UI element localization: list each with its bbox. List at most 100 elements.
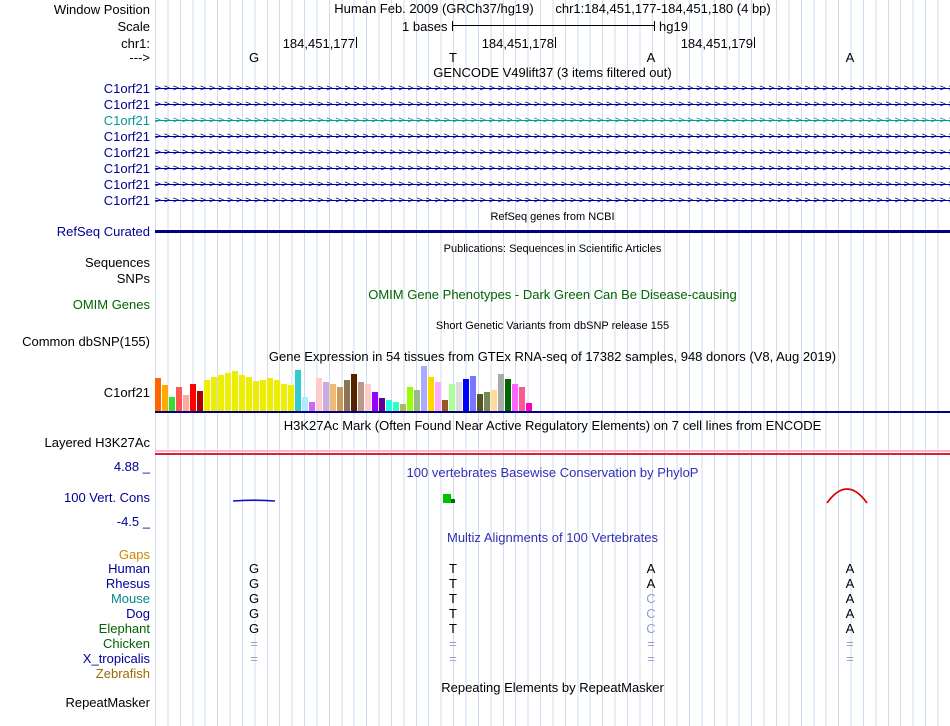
gtex-expression-bar[interactable] xyxy=(309,402,315,411)
dbsnp-track-title[interactable]: Short Genetic Variants from dbSNP releas… xyxy=(155,319,950,333)
gencode-item-arrows[interactable]: >>>>>>>>>>>>>>>>>>>>>>>>>>>>>>>>>>>>>>>>… xyxy=(155,193,950,208)
gencode-item-label[interactable]: C1orf21 xyxy=(0,113,150,128)
gtex-expression-bar[interactable] xyxy=(442,400,448,411)
gencode-item-arrows[interactable]: >>>>>>>>>>>>>>>>>>>>>>>>>>>>>>>>>>>>>>>>… xyxy=(155,145,950,160)
gtex-expression-bar[interactable] xyxy=(491,390,497,411)
publications-track-title[interactable]: Publications: Sequences in Scientific Ar… xyxy=(155,242,950,256)
gtex-expression-bar[interactable] xyxy=(169,397,175,411)
dbsnp-track-label[interactable]: Common dbSNP(155) xyxy=(0,334,150,349)
omim-genes-label[interactable]: OMIM Genes xyxy=(0,297,150,312)
gtex-expression-bar[interactable] xyxy=(428,377,434,411)
coordinate-label[interactable]: 184,451,178 xyxy=(424,37,554,51)
omim-track-title[interactable]: OMIM Gene Phenotypes - Dark Green Can Be… xyxy=(155,288,950,302)
phylop-track-title[interactable]: 100 vertebrates Basewise Conservation by… xyxy=(155,466,950,480)
gencode-item-label[interactable]: C1orf21 xyxy=(0,97,150,112)
gtex-expression-bar[interactable] xyxy=(274,380,280,411)
gtex-expression-bar[interactable] xyxy=(260,380,266,411)
species-label[interactable]: Zebrafish xyxy=(0,666,150,681)
gtex-expression-bar[interactable] xyxy=(190,384,196,411)
gtex-expression-bar[interactable] xyxy=(330,384,336,411)
gtex-expression-bar[interactable] xyxy=(253,381,259,411)
gtex-expression-bar[interactable] xyxy=(302,397,308,411)
gtex-expression-bar[interactable] xyxy=(246,377,252,411)
gtex-expression-bar[interactable] xyxy=(414,390,420,411)
gtex-expression-bar[interactable] xyxy=(435,382,441,411)
phylop-track-label[interactable]: 100 Vert. Cons xyxy=(0,490,150,505)
coordinate-label[interactable]: 184,451,179 xyxy=(623,37,753,51)
gtex-expression-bar[interactable] xyxy=(407,387,413,411)
gtex-expression-bar[interactable] xyxy=(316,378,322,411)
species-label[interactable]: Human xyxy=(0,561,150,576)
gencode-item-label[interactable]: C1orf21 xyxy=(0,193,150,208)
gtex-expression-bar[interactable] xyxy=(358,382,364,411)
gencode-item-label[interactable]: C1orf21 xyxy=(0,81,150,96)
species-label[interactable]: X_tropicalis xyxy=(0,651,150,666)
gtex-expression-bar[interactable] xyxy=(267,378,273,411)
gtex-expression-bar[interactable] xyxy=(351,374,357,411)
gencode-item-arrows[interactable]: >>>>>>>>>>>>>>>>>>>>>>>>>>>>>>>>>>>>>>>>… xyxy=(155,129,950,144)
refseq-gene-bar[interactable] xyxy=(155,230,950,233)
gtex-expression-bar[interactable] xyxy=(365,384,371,411)
gtex-expression-bar[interactable] xyxy=(477,394,483,411)
gtex-expression-bar[interactable] xyxy=(232,371,238,411)
h3k27ac-track-label[interactable]: Layered H3K27Ac xyxy=(0,435,150,450)
repeatmasker-track-title[interactable]: Repeating Elements by RepeatMasker xyxy=(155,681,950,695)
gtex-expression-bar[interactable] xyxy=(449,384,455,411)
phylop-signal-area[interactable] xyxy=(155,485,950,507)
gtex-expression-bar[interactable] xyxy=(239,375,245,411)
gtex-expression-bar[interactable] xyxy=(379,398,385,411)
species-label[interactable]: Mouse xyxy=(0,591,150,606)
gtex-expression-bar[interactable] xyxy=(183,395,189,411)
species-label[interactable]: Rhesus xyxy=(0,576,150,591)
h3k27ac-signal-pink[interactable] xyxy=(155,450,950,452)
species-label[interactable]: Chicken xyxy=(0,636,150,651)
gtex-expression-bar[interactable] xyxy=(505,379,511,411)
gtex-expression-bar[interactable] xyxy=(197,391,203,411)
refseq-track-title[interactable]: RefSeq genes from NCBI xyxy=(155,210,950,224)
gtex-expression-bar[interactable] xyxy=(400,404,406,411)
snps-track-label[interactable]: SNPs xyxy=(0,271,150,286)
gencode-item-arrows[interactable]: >>>>>>>>>>>>>>>>>>>>>>>>>>>>>>>>>>>>>>>>… xyxy=(155,161,950,176)
gtex-expression-bar[interactable] xyxy=(176,387,182,411)
gencode-item-arrows[interactable]: >>>>>>>>>>>>>>>>>>>>>>>>>>>>>>>>>>>>>>>>… xyxy=(155,113,950,128)
gtex-expression-bar[interactable] xyxy=(386,400,392,411)
h3k27ac-signal-red[interactable] xyxy=(155,453,950,455)
gtex-expression-bar[interactable] xyxy=(421,366,427,411)
gtex-expression-bar[interactable] xyxy=(393,402,399,411)
gencode-item-label[interactable]: C1orf21 xyxy=(0,145,150,160)
gtex-expression-bar[interactable] xyxy=(456,382,462,411)
repeatmasker-track-label[interactable]: RepeatMasker xyxy=(0,695,150,710)
refseq-curated-label[interactable]: RefSeq Curated xyxy=(0,224,150,239)
gtex-expression-bar[interactable] xyxy=(281,384,287,411)
gtex-expression-bar[interactable] xyxy=(519,387,525,411)
gtex-expression-bar[interactable] xyxy=(323,382,329,411)
gencode-item-arrows[interactable]: >>>>>>>>>>>>>>>>>>>>>>>>>>>>>>>>>>>>>>>>… xyxy=(155,177,950,192)
gencode-item-label[interactable]: C1orf21 xyxy=(0,177,150,192)
gtex-expression-barchart[interactable] xyxy=(155,363,950,411)
gtex-expression-bar[interactable] xyxy=(225,373,231,411)
gtex-expression-bar[interactable] xyxy=(155,378,161,411)
multiz-track-title[interactable]: Multiz Alignments of 100 Vertebrates xyxy=(155,531,950,545)
gtex-expression-bar[interactable] xyxy=(498,374,504,411)
gtex-expression-bar[interactable] xyxy=(295,370,301,411)
gtex-expression-bar[interactable] xyxy=(372,392,378,411)
gtex-expression-bar[interactable] xyxy=(344,380,350,411)
gaps-label[interactable]: Gaps xyxy=(0,547,150,562)
gencode-item-label[interactable]: C1orf21 xyxy=(0,129,150,144)
gtex-expression-bar[interactable] xyxy=(204,380,210,411)
species-label[interactable]: Dog xyxy=(0,606,150,621)
h3k27ac-track-title[interactable]: H3K27Ac Mark (Often Found Near Active Re… xyxy=(155,419,950,433)
gencode-track-title[interactable]: GENCODE V49lift37 (3 items filtered out) xyxy=(155,66,950,80)
species-label[interactable]: Elephant xyxy=(0,621,150,636)
gtex-expression-bar[interactable] xyxy=(337,387,343,411)
gtex-expression-bar[interactable] xyxy=(526,403,532,411)
gencode-item-label[interactable]: C1orf21 xyxy=(0,161,150,176)
gencode-item-arrows[interactable]: >>>>>>>>>>>>>>>>>>>>>>>>>>>>>>>>>>>>>>>>… xyxy=(155,81,950,96)
gtex-expression-bar[interactable] xyxy=(288,385,294,411)
gtex-expression-bar[interactable] xyxy=(162,385,168,411)
gtex-expression-bar[interactable] xyxy=(484,392,490,411)
sequences-track-label[interactable]: Sequences xyxy=(0,255,150,270)
gtex-expression-bar[interactable] xyxy=(470,376,476,411)
gtex-expression-bar[interactable] xyxy=(218,375,224,411)
gtex-track-title[interactable]: Gene Expression in 54 tissues from GTEx … xyxy=(155,350,950,364)
